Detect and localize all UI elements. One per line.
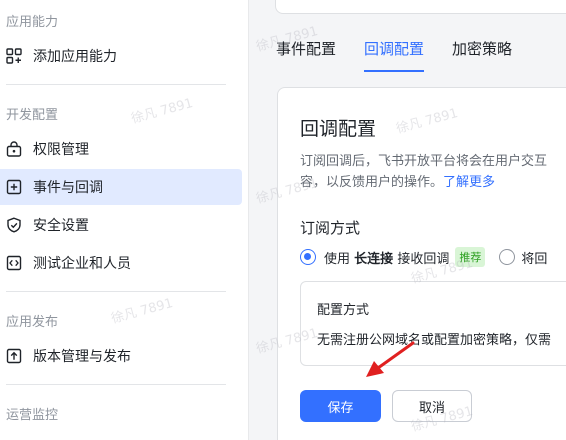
radio-callback-url[interactable] bbox=[499, 249, 516, 265]
tab-event-config[interactable]: 事件配置 bbox=[276, 38, 336, 72]
divider bbox=[6, 291, 226, 292]
sidebar-item-security[interactable]: 安全设置 bbox=[0, 207, 242, 243]
learn-more-link[interactable]: 了解更多 bbox=[443, 175, 495, 190]
recommended-badge: 推荐 bbox=[455, 247, 486, 267]
app-root: 应用能力 添加应用能力 开发配置 权限管理 事件与回调 安全设置 测试企业和人员… bbox=[0, 0, 566, 440]
subscribe-method-options: 使用 长连接 接收回调 推荐 将回 bbox=[300, 247, 547, 267]
description-text: 容，以反馈用户的操作。 bbox=[300, 175, 444, 190]
description-line1: 订阅回调后，飞书开放平台将会在用户交互 bbox=[300, 154, 548, 169]
sidebar-item-label: 事件与回调 bbox=[33, 180, 103, 196]
lock-icon bbox=[6, 141, 22, 157]
radio-long-connection[interactable] bbox=[300, 249, 316, 265]
upload-box-icon bbox=[6, 348, 22, 364]
divider bbox=[6, 84, 226, 85]
tab-bar: 事件配置 回调配置 加密策略 bbox=[276, 38, 540, 72]
grid-add-icon bbox=[6, 48, 22, 64]
option-callback-url-label: 将回 bbox=[521, 251, 548, 267]
sidebar-item-add-capability[interactable]: 添加应用能力 bbox=[0, 38, 242, 74]
section-title-monitoring: 运营监控 bbox=[6, 408, 59, 423]
section-title-dev-config: 开发配置 bbox=[6, 108, 59, 123]
sidebar-item-version-release[interactable]: 版本管理与发布 bbox=[0, 338, 242, 374]
top-card bbox=[275, 0, 566, 14]
config-method-title: 配置方式 bbox=[317, 303, 370, 318]
description-line2: 容，以反馈用户的操作。了解更多 bbox=[300, 171, 495, 190]
section-title-capabilities: 应用能力 bbox=[6, 15, 59, 30]
sidebar-item-permissions[interactable]: 权限管理 bbox=[0, 131, 242, 167]
tab-callback-config[interactable]: 回调配置 bbox=[364, 38, 425, 72]
sidebar-item-events-callbacks[interactable]: 事件与回调 bbox=[0, 169, 242, 205]
sidebar: 应用能力 添加应用能力 开发配置 权限管理 事件与回调 安全设置 测试企业和人员… bbox=[0, 0, 249, 440]
config-method-text: 无需注册公网域名或配置加密策略，仅需 bbox=[317, 333, 552, 348]
code-box-icon bbox=[6, 255, 22, 271]
sidebar-item-label: 添加应用能力 bbox=[33, 49, 117, 65]
sidebar-item-label: 测试企业和人员 bbox=[33, 256, 131, 272]
sidebar-item-label: 安全设置 bbox=[33, 218, 89, 234]
event-plus-icon bbox=[6, 179, 22, 195]
section-title-release: 应用发布 bbox=[6, 315, 59, 330]
divider bbox=[6, 384, 226, 385]
option-bold-text: 长连接 bbox=[354, 251, 394, 267]
save-button[interactable]: 保存 bbox=[300, 390, 381, 422]
option-long-connection-label: 使用 长连接 接收回调 bbox=[324, 251, 450, 267]
sidebar-item-label: 权限管理 bbox=[33, 142, 89, 158]
cancel-button[interactable]: 取消 bbox=[392, 390, 472, 422]
card-title: 回调配置 bbox=[300, 118, 377, 140]
tab-encryption-policy[interactable]: 加密策略 bbox=[452, 38, 512, 72]
subscribe-method-title: 订阅方式 bbox=[300, 219, 361, 237]
shield-icon bbox=[6, 217, 22, 233]
sidebar-item-label: 版本管理与发布 bbox=[33, 349, 131, 365]
sidebar-item-test-org[interactable]: 测试企业和人员 bbox=[0, 245, 242, 281]
config-method-box bbox=[300, 281, 566, 366]
